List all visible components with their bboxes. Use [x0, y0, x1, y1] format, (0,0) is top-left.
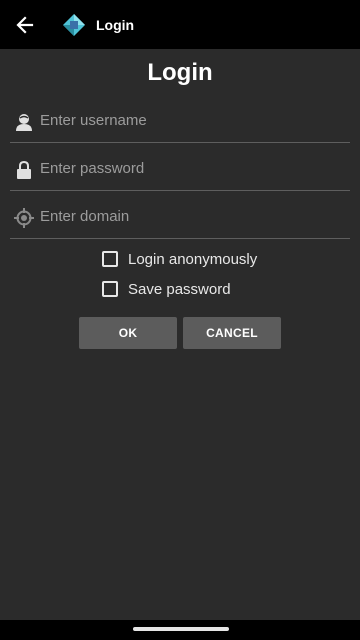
- login-anonymously-checkbox[interactable]: [102, 251, 118, 267]
- login-anonymously-label[interactable]: Login anonymously: [128, 251, 257, 268]
- cancel-button[interactable]: CANCEL: [183, 317, 281, 349]
- app-bar-title: Login: [96, 16, 135, 33]
- gesture-handle[interactable]: [133, 627, 229, 631]
- app-logo-icon: [63, 13, 85, 36]
- save-password-checkbox[interactable]: [102, 281, 118, 297]
- page-title: Login: [147, 59, 213, 86]
- username-field: [10, 98, 350, 143]
- app-bar: Login: [0, 0, 360, 49]
- user-icon: [16, 114, 32, 131]
- password-input[interactable]: [40, 146, 340, 190]
- system-nav-bar: [0, 620, 360, 640]
- username-input[interactable]: [40, 98, 340, 142]
- save-password-label[interactable]: Save password: [128, 281, 231, 298]
- ok-button[interactable]: OK: [79, 317, 177, 349]
- domain-input[interactable]: [40, 194, 340, 238]
- login-anonymously-row[interactable]: Login anonymously: [102, 248, 257, 270]
- domain-field: [10, 194, 350, 239]
- password-field: [10, 146, 350, 191]
- back-button[interactable]: [13, 13, 37, 37]
- lock-icon: [17, 160, 31, 179]
- arrow-left-icon: [16, 15, 34, 34]
- save-password-row[interactable]: Save password: [102, 278, 231, 300]
- login-form: Login Login anonymously Save password OK: [0, 49, 360, 620]
- crosshair-icon: [14, 208, 34, 228]
